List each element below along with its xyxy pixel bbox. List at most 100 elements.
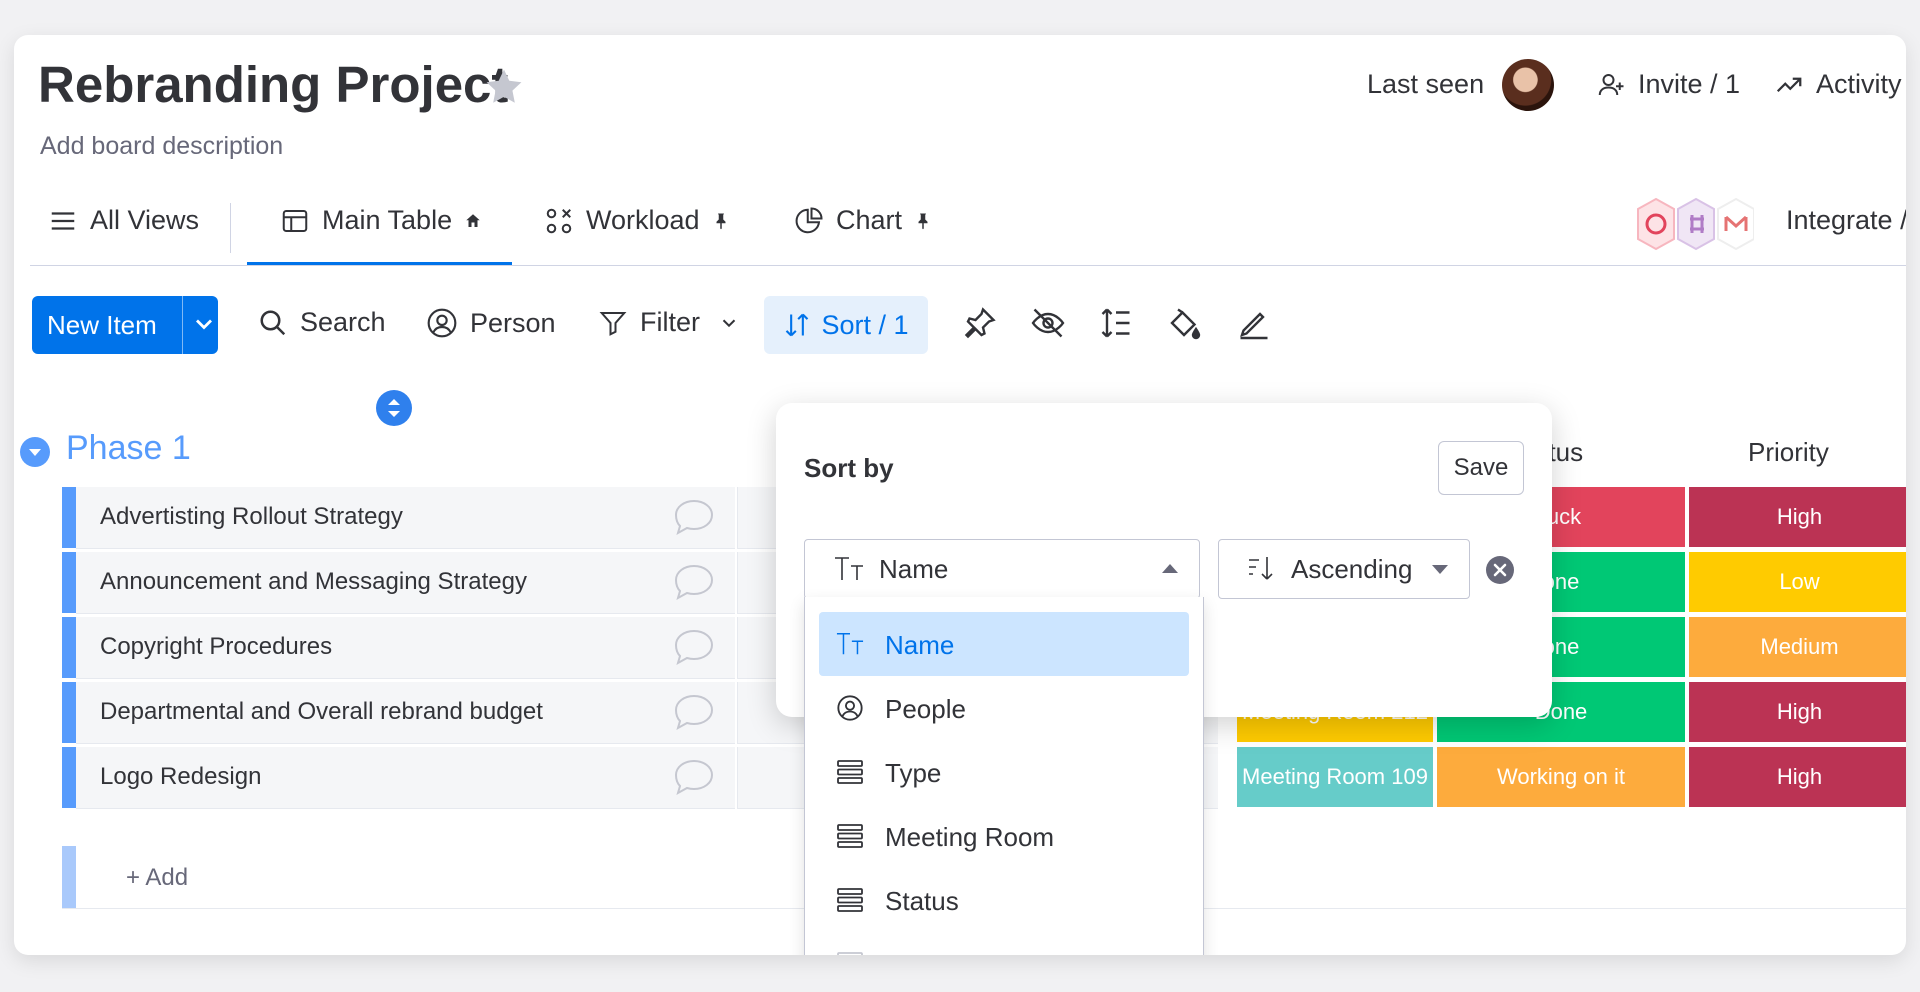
priority-cell[interactable]: High <box>1689 487 1906 547</box>
item-name-cell[interactable]: Announcement and Messaging Strategy <box>76 552 735 614</box>
filter-icon <box>599 311 627 336</box>
avatar[interactable] <box>1502 59 1554 111</box>
tab-main-table[interactable]: Main Table <box>280 205 482 236</box>
comment-icon[interactable] <box>672 497 716 537</box>
search-icon <box>260 310 286 335</box>
filter-button[interactable]: Filter <box>598 307 740 338</box>
integrate-button[interactable]: Integrate / <box>1786 205 1906 236</box>
item-name-cell[interactable]: Advertisting Rollout Strategy <box>76 487 735 549</box>
invite-button[interactable]: Invite / 1 <box>1596 69 1740 100</box>
chevron-down-icon[interactable] <box>718 312 740 334</box>
item-name[interactable]: Logo Redesign <box>100 763 261 791</box>
tab-label: Chart <box>836 205 903 235</box>
comment-icon[interactable] <box>672 757 716 797</box>
views-divider <box>30 265 1906 266</box>
sort-icon <box>786 313 809 337</box>
item-name-cell[interactable]: Logo Redesign <box>76 747 735 809</box>
item-name-cell[interactable]: Departmental and Overall rebrand budget <box>76 682 735 744</box>
comment-icon[interactable] <box>672 627 716 667</box>
pin-icon[interactable] <box>962 305 998 341</box>
sort-button[interactable]: Sort / 1 <box>764 296 928 354</box>
option-label: Type <box>885 758 942 788</box>
dropdown-option-meeting-room[interactable]: Meeting Room <box>819 804 1189 868</box>
sort-label: Sort / 1 <box>821 309 909 340</box>
dropdown-option-type[interactable]: Type <box>819 740 1189 804</box>
item-name[interactable]: Copyright Procedures <box>100 633 332 661</box>
item-name[interactable]: Departmental and Overall rebrand budget <box>100 698 543 726</box>
priority-cell[interactable]: Low <box>1689 552 1906 612</box>
chevron-down-icon[interactable] <box>190 310 218 338</box>
comment-icon[interactable] <box>672 562 716 602</box>
list-column-icon <box>837 824 863 848</box>
expand-icon <box>388 399 400 417</box>
group-color-bar <box>62 846 76 908</box>
dropdown-option-people[interactable]: People <box>819 676 1189 740</box>
caret-down-icon <box>1432 565 1448 574</box>
hide-icon[interactable] <box>1030 305 1066 341</box>
list-column-icon <box>837 888 863 912</box>
close-icon <box>1493 563 1507 577</box>
filter-label: Filter <box>640 307 700 337</box>
status-cell[interactable]: Working on it <box>1437 747 1685 807</box>
new-item-button[interactable]: New Item <box>32 296 218 354</box>
dropdown-option-more[interactable] <box>819 932 1189 955</box>
search-label: Search <box>300 307 386 337</box>
save-sort-button[interactable]: Save <box>1438 441 1524 495</box>
star-icon[interactable] <box>482 65 526 109</box>
sort-by-title: Sort by <box>804 453 894 483</box>
edit-icon[interactable] <box>1236 305 1272 341</box>
sort-column-dropdown: Name People Type Meeting Room Status <box>804 597 1204 955</box>
dropdown-option-name[interactable]: Name <box>819 612 1189 676</box>
new-item-separator <box>182 296 183 354</box>
group-collapse-toggle[interactable] <box>20 437 50 467</box>
table-icon <box>282 209 308 232</box>
person-filter-button[interactable]: Person <box>426 307 556 339</box>
sort-direction-value: Ascending <box>1291 554 1413 584</box>
row-height-icon[interactable] <box>1098 305 1134 341</box>
sort-column-select[interactable]: Name <box>804 539 1200 599</box>
caret-up-icon <box>1162 564 1178 573</box>
group-color-bar <box>62 747 76 808</box>
all-views-button[interactable]: All Views <box>48 205 199 236</box>
meeting-room-label[interactable]: Meeting Room 109 <box>1237 747 1433 807</box>
pie-chart-icon <box>795 206 823 233</box>
column-header-priority[interactable]: Priority <box>1748 437 1829 468</box>
sort-column-value: Name <box>879 554 949 584</box>
scroll-handle[interactable] <box>376 390 412 426</box>
last-seen-label: Last seen <box>1367 69 1485 99</box>
person-label: Person <box>470 307 556 338</box>
invite-label: Invite / 1 <box>1638 69 1741 99</box>
add-item-label[interactable]: + Add <box>126 864 188 892</box>
board-description[interactable]: Add board description <box>40 132 283 161</box>
priority-cell[interactable]: Medium <box>1689 617 1906 677</box>
chevron-down-icon <box>29 449 41 456</box>
board-card: Rebranding Project Add board description… <box>14 35 1906 955</box>
priority-cell[interactable]: High <box>1689 747 1906 807</box>
activity-button[interactable]: Activity <box>1774 69 1902 100</box>
menu-icon <box>51 211 75 230</box>
all-views-label: All Views <box>90 205 200 235</box>
clear-sort-icon[interactable] <box>1486 556 1514 584</box>
page-title[interactable]: Rebranding Project <box>38 55 508 114</box>
item-name[interactable]: Advertisting Rollout Strategy <box>100 503 403 531</box>
workload-icon <box>546 208 572 233</box>
priority-cell[interactable]: High <box>1689 682 1906 742</box>
search-button[interactable]: Search <box>258 307 386 338</box>
integrations-icons[interactable] <box>1634 195 1754 253</box>
tab-chart[interactable]: Chart <box>794 205 932 236</box>
sort-direction-select[interactable]: Ascending <box>1218 539 1470 599</box>
pin-icon <box>716 213 726 229</box>
group-color-bar <box>62 552 76 613</box>
comment-icon[interactable] <box>672 692 716 732</box>
tab-workload[interactable]: Workload <box>544 205 730 236</box>
text-type-icon <box>836 632 864 655</box>
slack-icon <box>1677 197 1715 251</box>
tab-label: Workload <box>586 205 700 235</box>
dropdown-option-status[interactable]: Status <box>819 868 1189 932</box>
add-user-icon <box>1598 73 1624 95</box>
view-separator <box>230 203 231 253</box>
group-title[interactable]: Phase 1 <box>66 429 191 468</box>
color-icon[interactable] <box>1166 305 1202 341</box>
item-name[interactable]: Announcement and Messaging Strategy <box>100 568 527 596</box>
item-name-cell[interactable]: Copyright Procedures <box>76 617 735 679</box>
